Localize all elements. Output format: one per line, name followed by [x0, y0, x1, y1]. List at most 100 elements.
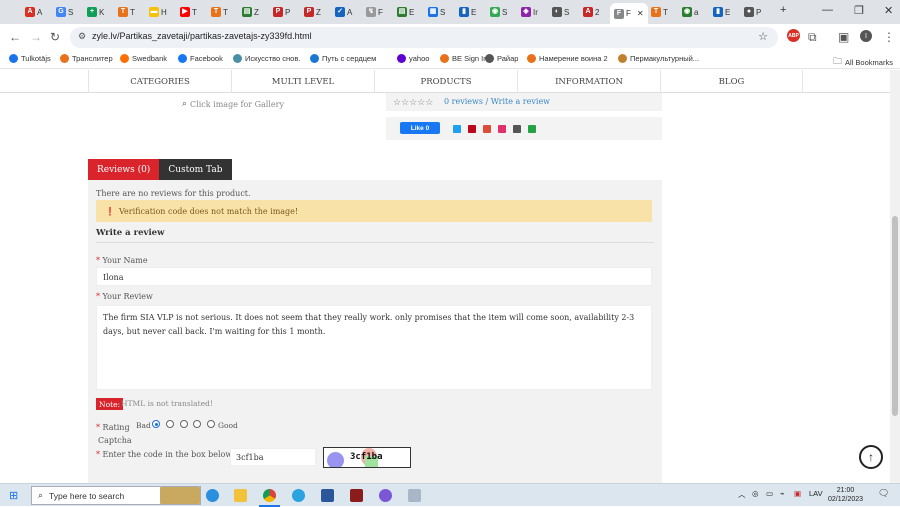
rating-radio-5[interactable] — [207, 420, 215, 428]
pinterest-icon[interactable] — [468, 125, 476, 133]
browser-tab-4[interactable]: ▬ H — [149, 3, 167, 21]
browser-tab-active[interactable]: F F ✕ — [610, 3, 648, 24]
app-icon[interactable] — [350, 489, 363, 502]
notifications-icon[interactable]: 🗨 — [878, 488, 889, 499]
browser-tab-9[interactable]: PZ — [304, 3, 321, 21]
tray-red-icon[interactable]: ▣ — [794, 489, 801, 498]
browser-tab-after-1[interactable]: ◉ a — [682, 3, 698, 21]
reload-icon[interactable]: ↻ — [50, 30, 60, 44]
gallery-link[interactable]: ⌕ Click image for Gallery — [182, 99, 284, 109]
bookmark-label: Пермакультурный... — [630, 54, 700, 63]
tab-favicon-icon: + — [87, 7, 97, 17]
network-icon[interactable]: ⌁ — [780, 489, 785, 498]
scroll-to-top-button[interactable]: ↑ — [859, 445, 883, 469]
browser-tab-17[interactable]: ◐ S — [552, 3, 569, 21]
instagram-icon[interactable] — [498, 125, 506, 133]
nav-categories[interactable]: CATEGORIES — [88, 70, 231, 93]
browser-tab-14[interactable]: ▮ E — [459, 3, 476, 21]
back-icon[interactable]: ← — [9, 30, 21, 44]
tab-reviews[interactable]: Reviews (0) — [88, 159, 160, 180]
browser-tab-6[interactable]: TT — [211, 3, 228, 21]
browser-tab-1[interactable]: GS — [56, 3, 73, 21]
browser-tab-10[interactable]: ✓ A — [335, 3, 352, 21]
facebook-like-button[interactable]: Like 0 — [400, 122, 440, 134]
reviews-count-link[interactable]: 0 reviews — [444, 97, 483, 106]
bookmark-star-icon[interactable]: ☆ — [758, 30, 768, 43]
browser-tab-15[interactable]: ◉ S — [490, 3, 507, 21]
bookmark-item[interactable]: Swedbank — [120, 54, 167, 63]
maximize-icon[interactable]: ❐ — [854, 4, 864, 17]
bookmark-item[interactable]: BE Sign In — [440, 54, 487, 63]
profile-avatar[interactable]: I — [860, 30, 872, 42]
chrome-icon[interactable] — [263, 489, 276, 502]
windows-start-icon[interactable]: ⊞ — [9, 489, 18, 502]
browser-tab-7[interactable]: ▤ Z — [242, 3, 259, 21]
nav-products[interactable]: PRODUCTS — [374, 70, 517, 93]
browser-tab-after-3[interactable]: ● P — [744, 3, 761, 21]
google-plus-icon[interactable] — [483, 125, 491, 133]
share-icon[interactable] — [528, 125, 536, 133]
browser-tab-after-0[interactable]: TT — [651, 3, 668, 21]
page-scrollbar[interactable] — [890, 70, 900, 483]
site-info-icon[interactable]: ⚙ — [78, 31, 86, 42]
all-bookmarks[interactable]: 🗀 All Bookmarks — [833, 54, 893, 70]
nav-multi-level[interactable]: MULTI LEVEL — [231, 70, 374, 93]
bookmark-item[interactable]: Намерение воина 2 — [527, 54, 608, 63]
browser-tab-2[interactable]: + K — [87, 3, 104, 21]
forward-icon[interactable]: → — [30, 30, 42, 44]
rating-radio-1[interactable] — [152, 420, 160, 428]
close-window-icon[interactable]: ✕ — [884, 4, 893, 17]
bookmark-item[interactable]: yahoo — [397, 54, 429, 63]
rating-radio-4[interactable] — [193, 420, 201, 428]
adblock-extension-icon[interactable]: ABP — [787, 29, 800, 42]
tray-chevron-icon[interactable]: ︿ — [738, 489, 746, 500]
write-review-link[interactable]: Write a review — [491, 97, 550, 106]
app-icon-3[interactable] — [408, 489, 421, 502]
browser-tab-5[interactable]: ▶ T — [180, 3, 197, 21]
twitter-icon[interactable] — [453, 125, 461, 133]
bookmark-item[interactable]: Tulkotājs — [9, 54, 51, 63]
browser-tab-8[interactable]: PP — [273, 3, 290, 21]
browser-tab-16[interactable]: ◈ Ir — [521, 3, 538, 21]
bookmark-item[interactable]: Искусство снов. — [233, 54, 300, 63]
browser-menu-icon[interactable]: ⋮ — [883, 30, 895, 44]
tab-title: T — [663, 7, 668, 17]
app-icon-2[interactable] — [379, 489, 392, 502]
review-textarea[interactable]: The firm SIA VLP is not serious. It does… — [96, 305, 652, 390]
tray-app-icon[interactable]: ◎ — [752, 489, 759, 498]
bookmark-item[interactable]: Пермакультурный... — [618, 54, 699, 63]
side-panel-icon[interactable]: ▣ — [838, 30, 849, 44]
browser-tab-0[interactable]: AA — [25, 3, 42, 21]
nav-information[interactable]: INFORMATION — [517, 70, 660, 93]
new-tab-button[interactable]: + — [780, 4, 786, 16]
url-field[interactable]: ⚙ zyle.lv/Partikas_zavetaji/partikas-zav… — [70, 27, 778, 48]
extensions-icon[interactable]: ⧉ — [808, 30, 817, 45]
bookmark-item[interactable]: Райар — [485, 54, 518, 63]
language-indicator[interactable]: LAV — [809, 489, 823, 498]
browser-tab-11[interactable]: ↯ F — [366, 3, 383, 21]
rating-radio-3[interactable] — [180, 420, 188, 428]
captcha-input[interactable]: 3cf1ba — [230, 448, 316, 466]
edge-icon[interactable] — [206, 489, 219, 502]
word-icon[interactable] — [321, 489, 334, 502]
browser-tab-3[interactable]: TT — [118, 3, 135, 21]
browser-tab-after-2[interactable]: ▮ E — [713, 3, 730, 21]
minimize-icon[interactable]: — — [822, 4, 833, 16]
nav-blog[interactable]: BLOG — [660, 70, 803, 93]
tray-display-icon[interactable]: ▭ — [766, 489, 773, 498]
system-clock[interactable]: 21:00 02/12/2023 — [828, 486, 863, 504]
close-tab-icon[interactable]: ✕ — [637, 9, 644, 18]
tab-custom[interactable]: Custom Tab — [159, 159, 232, 180]
file-explorer-icon[interactable] — [234, 489, 247, 502]
browser-tab-18[interactable]: A2 — [583, 3, 599, 21]
rating-radio-2[interactable] — [166, 420, 174, 428]
browser-tab-12[interactable]: ▤ E — [397, 3, 414, 21]
name-field[interactable]: Ilona — [96, 267, 652, 286]
email-icon[interactable] — [513, 125, 521, 133]
bookmark-item[interactable]: Транслитер — [60, 54, 113, 63]
scrollbar-thumb[interactable] — [892, 216, 898, 416]
bookmark-item[interactable]: Facebook — [178, 54, 223, 63]
telegram-icon[interactable] — [292, 489, 305, 502]
bookmark-item[interactable]: Путь с сердцем — [310, 54, 376, 63]
browser-tab-13[interactable]: ▦ S — [428, 3, 445, 21]
